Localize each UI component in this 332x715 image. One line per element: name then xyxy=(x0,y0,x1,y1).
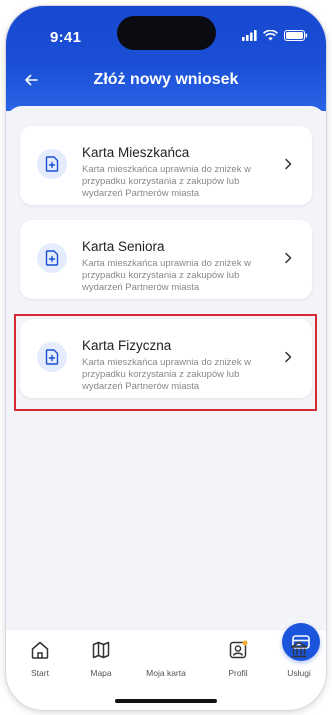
highlight-frame xyxy=(14,314,317,411)
tab-start[interactable]: Start xyxy=(15,640,65,678)
tab-profil[interactable]: Profil xyxy=(213,640,263,678)
tab-label: Usługi xyxy=(287,668,311,678)
signal-icon xyxy=(242,30,257,41)
card-description: Karta mieszkańca uprawnia do zniżek w pr… xyxy=(82,258,251,293)
status-time: 9:41 xyxy=(50,29,82,46)
status-bar: 9:41 xyxy=(6,6,326,58)
tab-label: Start xyxy=(31,668,49,678)
content-area: Karta Mieszkańca Karta mieszkańca uprawn… xyxy=(6,106,326,710)
nav-row: Złóż nowy wniosek xyxy=(6,63,326,97)
document-add-icon xyxy=(37,149,67,179)
page-title: Złóż nowy wniosek xyxy=(93,71,239,88)
card-description: Karta mieszkańca uprawnia do zniżek w pr… xyxy=(82,164,251,199)
home-icon xyxy=(31,641,49,659)
card-karta-mieszkanca[interactable]: Karta Mieszkańca Karta mieszkańca uprawn… xyxy=(20,126,312,205)
chevron-right-icon xyxy=(285,252,292,264)
header: 9:41 Złóż nowy wniosek xyxy=(6,6,326,111)
tab-moja-karta[interactable]: Moja karta xyxy=(141,623,320,678)
home-indicator xyxy=(115,699,217,703)
tab-label: Mapa xyxy=(90,668,112,678)
tab-label: Profil xyxy=(228,668,248,678)
profile-icon xyxy=(229,640,248,659)
tab-mapa[interactable]: Mapa xyxy=(76,640,126,678)
battery-icon xyxy=(284,30,308,41)
tab-uslugi[interactable]: Usługi xyxy=(274,640,324,678)
tab-label: Moja karta xyxy=(146,668,186,678)
card-title: Karta Mieszkańca xyxy=(82,145,190,160)
phone-frame: 9:41 Złóż nowy wniosek Karta Mieszkańca … xyxy=(6,6,326,710)
dynamic-island xyxy=(117,16,216,50)
status-icons xyxy=(242,30,308,41)
tab-bar: Start Mapa Moja karta Profil Usługi xyxy=(6,623,326,710)
card-karta-seniora[interactable]: Karta Seniora Karta mieszkańca uprawnia … xyxy=(20,220,312,299)
wifi-icon xyxy=(263,30,278,41)
map-icon xyxy=(92,641,110,659)
institution-icon xyxy=(290,641,308,658)
document-add-icon xyxy=(37,243,67,273)
chevron-right-icon xyxy=(285,158,292,170)
card-title: Karta Seniora xyxy=(82,239,165,254)
